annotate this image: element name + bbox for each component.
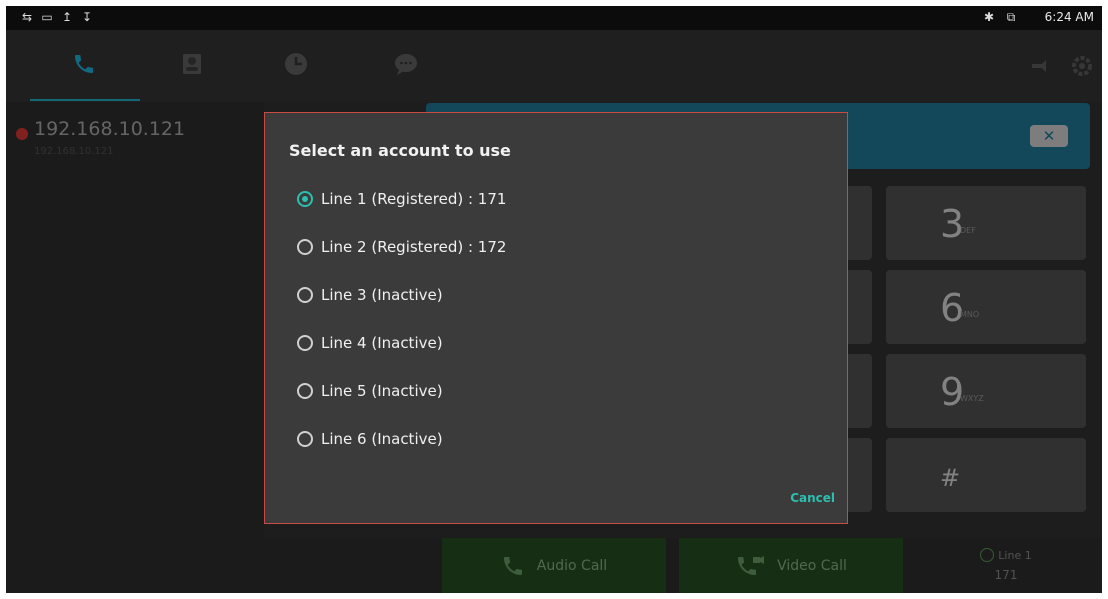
download-icon: ↧	[81, 10, 93, 24]
screenshot-icon: ▭	[41, 10, 53, 24]
dialog-title: Select an account to use	[289, 141, 511, 160]
account-option-line-6[interactable]: Line 6 (Inactive)	[297, 425, 443, 453]
radio-unselected-icon[interactable]	[297, 383, 313, 399]
account-option-label: Line 3 (Inactive)	[321, 286, 443, 304]
account-option-label: Line 4 (Inactive)	[321, 334, 443, 352]
radio-selected-icon[interactable]	[297, 191, 313, 207]
select-account-dialog: Select an account to use Line 1 (Registe…	[264, 112, 848, 524]
account-option-label: Line 2 (Registered) : 172	[321, 238, 507, 256]
device-screen: ⇆ ▭ ↥ ↧ ✱ ⧉ 6:24 AM 192.168.10.121 192.1…	[6, 6, 1102, 593]
upload-icon: ↥	[61, 10, 73, 24]
radio-unselected-icon[interactable]	[297, 431, 313, 447]
screen-mirror-icon: ⧉	[1006, 10, 1016, 24]
status-time: 6:24 AM	[1044, 10, 1094, 24]
account-option-label: Line 1 (Registered) : 171	[321, 190, 507, 208]
account-option-line-3[interactable]: Line 3 (Inactive)	[297, 281, 443, 309]
status-bar: ⇆ ▭ ↥ ↧ ✱ ⧉ 6:24 AM	[6, 6, 1102, 30]
bluetooth-icon: ✱	[983, 10, 995, 24]
account-option-label: Line 6 (Inactive)	[321, 430, 443, 448]
cancel-button[interactable]: Cancel	[790, 491, 835, 505]
account-option-line-5[interactable]: Line 5 (Inactive)	[297, 377, 443, 405]
radio-unselected-icon[interactable]	[297, 335, 313, 351]
account-option-line-2[interactable]: Line 2 (Registered) : 172	[297, 233, 506, 261]
account-option-line-1[interactable]: Line 1 (Registered) : 171	[297, 185, 506, 213]
account-option-label: Line 5 (Inactive)	[321, 382, 443, 400]
network-icon: ⇆	[21, 10, 33, 24]
radio-unselected-icon[interactable]	[297, 239, 313, 255]
account-option-line-4[interactable]: Line 4 (Inactive)	[297, 329, 443, 357]
radio-unselected-icon[interactable]	[297, 287, 313, 303]
